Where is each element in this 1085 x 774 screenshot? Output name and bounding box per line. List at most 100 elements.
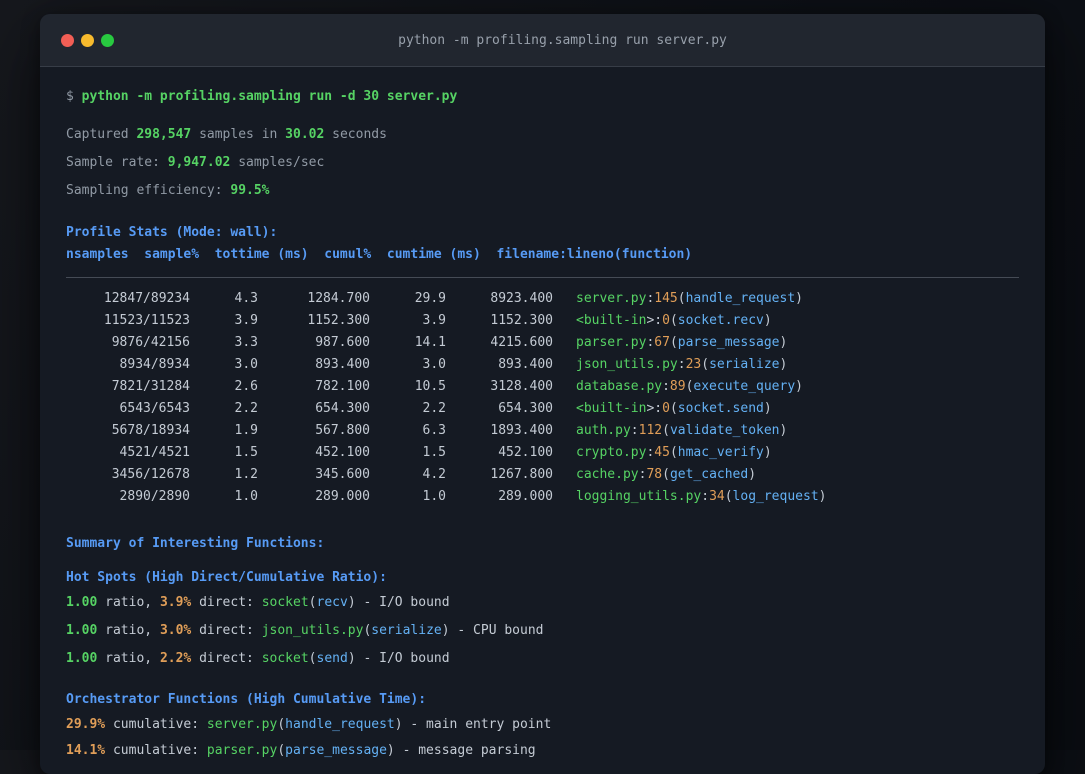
orch-note: - message parsing (394, 743, 536, 758)
row-lineno: 34 (709, 489, 725, 504)
hot-ratio: 1.00 (66, 651, 98, 666)
table-row: 3456/12678 1.2 345.600 4.2 1267.800 cache.py:… (66, 464, 1019, 486)
efficiency-value: 99.5% (230, 183, 270, 198)
orch-function: handle_request (285, 717, 395, 732)
terminal-window: python -m profiling.sampling run server.… (40, 14, 1045, 774)
orch-file: parser.py (206, 743, 278, 758)
row-nsamples: 8934/8934 (119, 357, 190, 372)
row-cumul-pct: 6.3 (422, 423, 446, 438)
row-tottime: 987.600 (315, 335, 370, 350)
row-function: parse_message (677, 335, 780, 350)
row-lineno: 0 (662, 401, 670, 416)
row-location: <built-in>:0(socket.send) (576, 398, 772, 420)
row-cumul-pct: 4.2 (422, 467, 446, 482)
orchestrator-heading: Orchestrator Functions (High Cumulative … (66, 692, 427, 707)
row-cumtime: 8923.400 (490, 291, 553, 306)
open-paren: ( (669, 445, 678, 460)
close-paren: ) (441, 623, 450, 638)
row-function: get_cached (669, 467, 749, 482)
row-function: hmac_verify (677, 445, 764, 460)
row-function: serialize (709, 357, 780, 372)
maximize-button[interactable] (101, 33, 114, 47)
orch-pct: 14.1% (66, 743, 106, 758)
hot-note: - I/O bound (355, 595, 450, 610)
row-cumul-pct: 3.0 (422, 357, 446, 372)
hot-direct-label: direct: (191, 651, 262, 666)
row-nsamples: 12847/89234 (103, 291, 190, 306)
row-tottime: 567.800 (315, 423, 370, 438)
orch-label: cumulative: (105, 717, 207, 732)
row-filename: auth.py (576, 423, 631, 438)
hot-file: socket (261, 651, 309, 666)
row-lineno: 78 (646, 467, 663, 482)
row-cumul-pct: 3.9 (422, 313, 446, 328)
table-row: 9876/42156 3.3 987.600 14.1 4215.600 parser.p… (66, 332, 1019, 354)
hot-direct-pct: 3.0% (159, 623, 192, 638)
hot-spot-line: 1.00 ratio, 3.0% direct: json_utils.py(s… (66, 621, 1019, 641)
table-row: 8934/8934 3.0 893.400 3.0 893.400 json_utils.… (66, 354, 1019, 376)
row-sample-pct: 3.3 (234, 335, 258, 350)
hot-file: socket (261, 595, 309, 610)
colon: : (654, 401, 663, 416)
row-cumul-pct: 1.0 (422, 489, 446, 504)
close-button[interactable] (61, 33, 74, 47)
colon: : (630, 423, 639, 438)
hot-note: - CPU bound (449, 623, 544, 638)
hot-ratio-label: ratio, (97, 623, 160, 638)
sample-rate-label: Sample rate: (66, 155, 168, 170)
table-row: 2890/2890 1.0 289.000 1.0 289.000 logging_uti… (66, 486, 1019, 508)
row-nsamples: 3456/12678 (111, 467, 190, 482)
row-cumtime: 1267.800 (490, 467, 553, 482)
row-sample-pct: 4.3 (234, 291, 258, 306)
row-tottime: 289.000 (315, 489, 370, 504)
row-filename: logging_utils.py (576, 489, 702, 504)
row-tottime: 782.100 (315, 379, 370, 394)
captured-line: Captured 298,547 samples in 30.02 second… (66, 125, 1019, 145)
profile-stats-heading: Profile Stats (Mode: wall): (66, 225, 278, 240)
colon: : (654, 313, 663, 328)
row-nsamples: 2890/2890 (119, 489, 190, 504)
open-paren: ( (662, 423, 670, 438)
hot-spots-heading: Hot Spots (High Direct/Cumulative Ratio)… (66, 570, 387, 585)
close-paren: ) (748, 467, 757, 482)
row-location: database.py:89(execute_query) (576, 376, 803, 398)
hot-ratio: 1.00 (66, 623, 98, 638)
row-function: socket.send (677, 401, 764, 416)
close-paren: ) (394, 717, 403, 732)
row-lineno: 89 (669, 379, 686, 394)
open-paren: ( (669, 313, 678, 328)
captured-mid-label: samples in (191, 127, 286, 142)
minimize-button[interactable] (81, 33, 94, 47)
row-nsamples: 7821/31284 (111, 379, 190, 394)
row-cumtime: 4215.600 (490, 335, 553, 350)
shell-prompt: $ (66, 89, 82, 104)
row-location: crypto.py:45(hmac_verify) (576, 442, 772, 464)
close-paren: ) (818, 489, 827, 504)
row-tottime: 452.100 (315, 445, 370, 460)
row-cumtime: 289.000 (498, 489, 553, 504)
hot-direct-label: direct: (191, 623, 262, 638)
hot-ratio: 1.00 (66, 595, 98, 610)
hot-ratio-label: ratio, (97, 595, 160, 610)
row-filename: <built-in (576, 313, 647, 328)
hot-function: recv (316, 595, 348, 610)
row-cumtime: 452.100 (498, 445, 553, 460)
close-paren: ) (795, 379, 803, 394)
row-lineno: 45 (654, 445, 670, 460)
table-row: 4521/4521 1.5 452.100 1.5 452.100 crypto.py:4… (66, 442, 1019, 464)
sample-rate-line: Sample rate: 9,947.02 samples/sec (66, 153, 1019, 173)
row-lineno: 23 (685, 357, 702, 372)
captured-samples-value: 298,547 (136, 127, 192, 142)
row-location: json_utils.py:23(serialize) (576, 354, 787, 376)
hot-direct-pct: 2.2% (159, 651, 192, 666)
orchestrator-line: 29.9% cumulative: server.py(handle_reque… (66, 715, 1019, 735)
row-location: logging_utils.py:34(log_request) (576, 486, 826, 508)
row-sample-pct: 2.2 (234, 401, 258, 416)
open-paren: ( (277, 717, 286, 732)
open-paren: ( (724, 489, 733, 504)
row-nsamples: 11523/11523 (103, 313, 190, 328)
hot-function: send (316, 651, 348, 666)
hot-direct-label: direct: (191, 595, 262, 610)
summary-heading: Summary of Interesting Functions: (66, 536, 325, 551)
titlebar: python -m profiling.sampling run server.… (40, 14, 1045, 67)
